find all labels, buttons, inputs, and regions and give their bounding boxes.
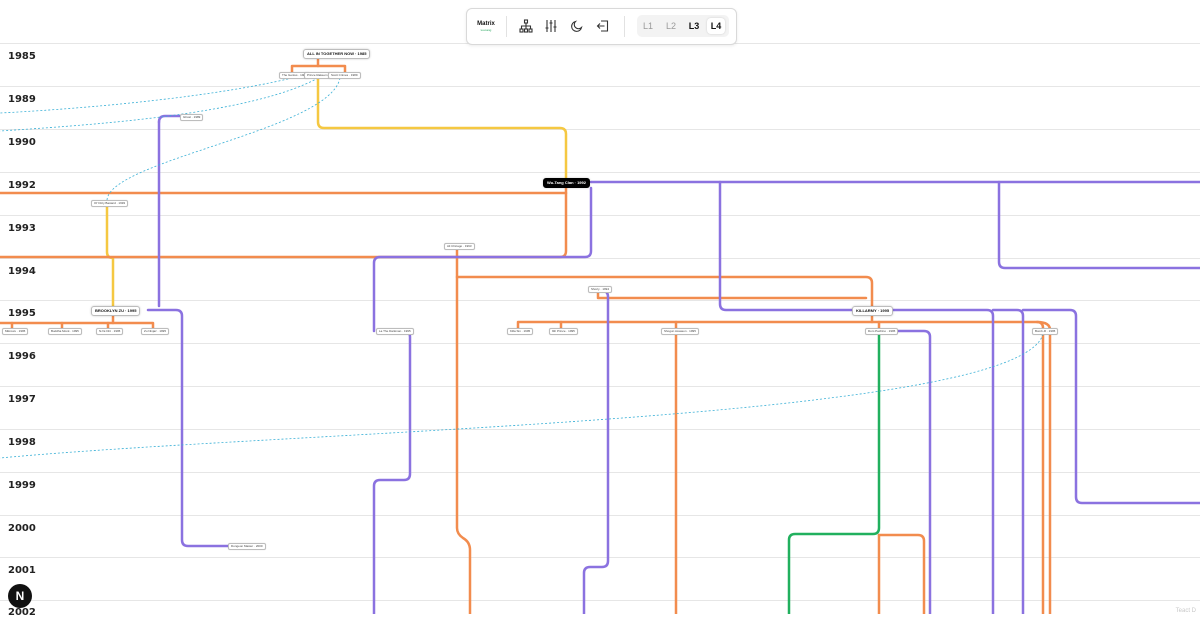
logo-title: Matrix xyxy=(477,20,495,27)
group-node-all-in-together[interactable]: ALL IN TOGETHER NOW · 1985 xyxy=(303,49,371,59)
purple-connection xyxy=(718,180,995,614)
green-connection xyxy=(787,332,881,614)
artist-node[interactable]: NJ E Dirt · 1995 xyxy=(96,328,124,335)
dashed-connection xyxy=(0,77,293,114)
dashed-connection xyxy=(0,333,1044,459)
level-l3-button[interactable]: L3 xyxy=(685,18,703,34)
yellow-connection xyxy=(105,203,115,308)
artist-node[interactable]: Bomb-R · 1995 xyxy=(1032,328,1059,335)
level-l2-button[interactable]: L2 xyxy=(662,18,680,34)
orange-connection xyxy=(596,289,868,300)
year-label: 2002 xyxy=(8,607,36,618)
year-label: 1990 xyxy=(8,137,36,148)
artist-node[interactable]: Buddha Monk · 1995 xyxy=(48,328,82,335)
footer-text: Teact D xyxy=(1175,608,1196,614)
orange-connection xyxy=(0,186,568,259)
purple-connection xyxy=(372,186,593,333)
year-label: 1995 xyxy=(8,308,36,319)
nextjs-badge[interactable]: N xyxy=(8,584,32,608)
sliders-icon[interactable] xyxy=(542,17,560,35)
toolbar: Matrix wu-tang L1 L2 L3 L4 xyxy=(466,8,737,45)
artist-node[interactable]: Killa Sin · 1995 xyxy=(507,328,534,335)
group-node-killarmy[interactable]: KILLARMY · 1995 xyxy=(852,306,894,316)
level-l1-button[interactable]: L1 xyxy=(639,18,657,34)
artist-node[interactable]: Zu Ninjaz · 1995 xyxy=(141,328,170,335)
year-label: 1985 xyxy=(8,51,36,62)
year-label: 1997 xyxy=(8,394,36,405)
matrix-logo[interactable]: Matrix wu-tang xyxy=(475,17,497,35)
year-label: 1996 xyxy=(8,351,36,362)
orange-connection xyxy=(877,533,926,614)
yellow-connection xyxy=(316,76,568,184)
artist-node[interactable]: 9th Prince · 1995 xyxy=(549,328,578,335)
group-node-wu-tang-clan[interactable]: Wu-Tang Clan · 1992 xyxy=(543,178,590,188)
toolbar-divider xyxy=(624,16,625,37)
artist-node[interactable]: Shogun Assason · 1995 xyxy=(661,328,699,335)
connections-layer xyxy=(0,56,1200,614)
purple-connection xyxy=(372,329,412,614)
artist-node[interactable]: Shorty · 1994 xyxy=(588,286,613,293)
artist-node[interactable]: Ali Chicago · 1993 xyxy=(444,243,475,250)
year-label: 2001 xyxy=(8,565,36,576)
purple-connection xyxy=(997,180,1200,270)
year-label: 2000 xyxy=(8,523,36,534)
purple-connection xyxy=(991,308,1025,614)
hierarchy-icon[interactable] xyxy=(517,17,535,35)
level-selector: L1 L2 L3 L4 xyxy=(637,15,729,37)
year-label: 1993 xyxy=(8,223,36,234)
year-label: 1998 xyxy=(8,437,36,448)
artist-node[interactable]: La The Darkman · 1995 xyxy=(376,328,414,335)
artist-node[interactable]: Ol' Dirty Bastard · 1993 xyxy=(91,200,129,207)
group-node-brooklyn-zu[interactable]: BROOKLYN ZU · 1995 xyxy=(91,306,141,316)
artist-node[interactable]: Scott Crimes · 1989 xyxy=(328,72,361,79)
logo-subtitle: wu-tang xyxy=(480,27,492,32)
orange-connection xyxy=(455,246,472,614)
orange-connection xyxy=(455,275,874,308)
level-l4-button[interactable]: L4 xyxy=(707,18,725,34)
artist-node[interactable]: Mikrowv · 1995 xyxy=(2,328,29,335)
purple-connection xyxy=(146,308,232,548)
artist-node[interactable]: Ghost · 1989 xyxy=(180,114,204,121)
artist-node[interactable]: Dungeon Master · 2000 xyxy=(228,543,266,550)
dashed-connection xyxy=(106,77,341,201)
moon-icon[interactable] xyxy=(568,17,586,35)
orange-connection xyxy=(516,320,1045,614)
purple-connection xyxy=(582,289,610,614)
year-label: 1992 xyxy=(8,180,36,191)
toolbar-divider xyxy=(506,16,507,37)
exit-icon[interactable] xyxy=(594,17,612,35)
artist-node[interactable]: Dom Pachino · 1995 xyxy=(865,328,899,335)
timeline-canvas[interactable]: 1985 1989 1990 1992 1993 1994 1995 1996 … xyxy=(0,0,1200,618)
year-label: 1999 xyxy=(8,480,36,491)
year-label: 1994 xyxy=(8,266,36,277)
year-label: 1989 xyxy=(8,94,36,105)
